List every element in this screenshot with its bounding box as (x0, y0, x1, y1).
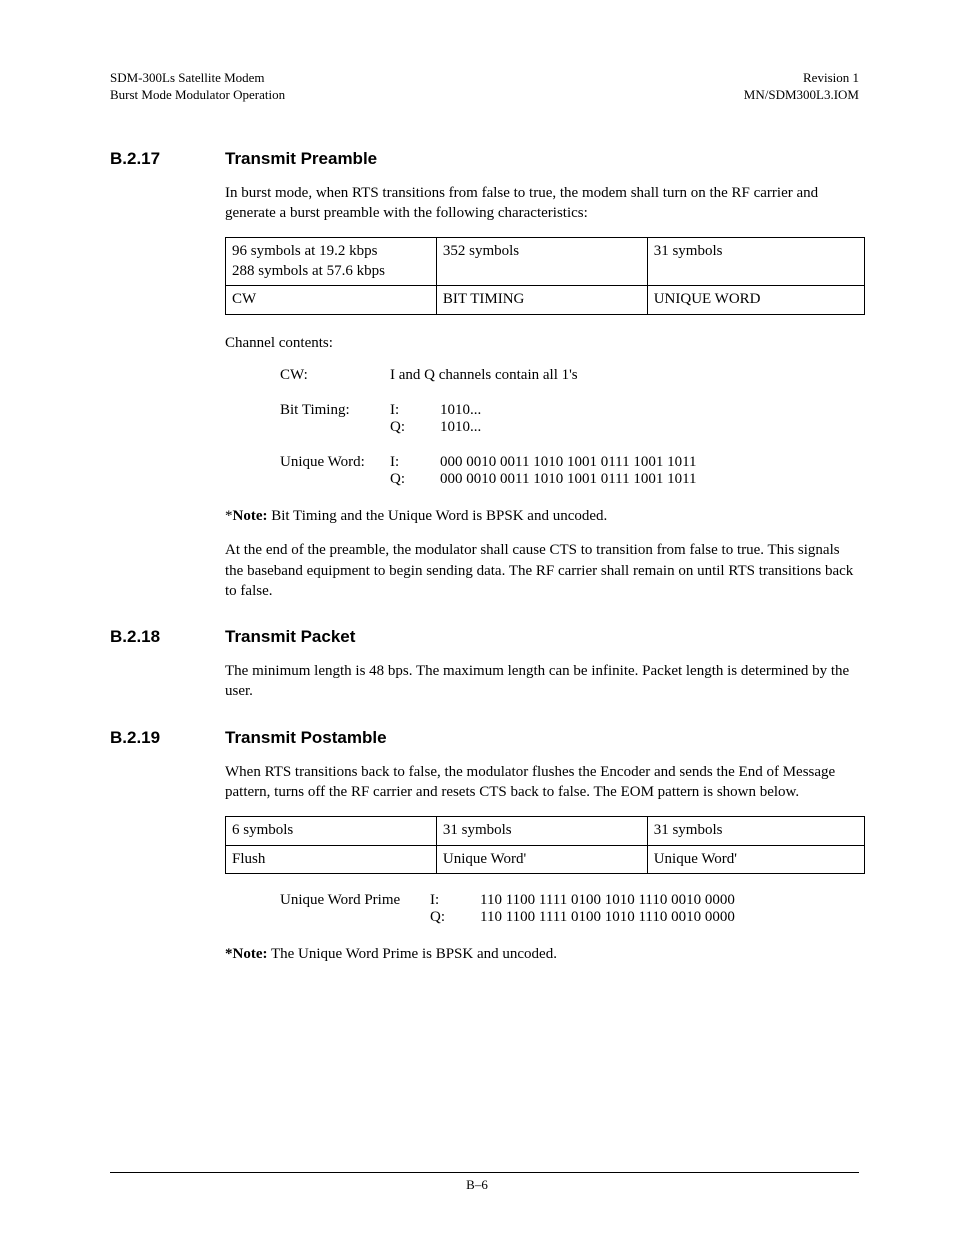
channel-contents-label: Channel contents: (225, 333, 859, 353)
s17-intro: In burst mode, when RTS transitions from… (225, 183, 859, 224)
cw-row: CW: I and Q channels contain all 1's (280, 367, 859, 384)
header-left: SDM-300Ls Satellite Modem Burst Mode Mod… (110, 70, 285, 104)
uw-q-label: Q: (390, 471, 440, 488)
table-cell: Unique Word' (436, 845, 647, 874)
page-number: B–6 (0, 1177, 954, 1193)
bit-timing-row: Bit Timing: I: 1010... Q: 1010... (280, 402, 859, 436)
note-asterisk: * (225, 946, 233, 962)
section-number: B.2.18 (110, 627, 225, 647)
table-cell: 31 symbols (436, 817, 647, 846)
channel-definitions: CW: I and Q channels contain all 1's Bit… (280, 367, 859, 488)
s19-intro: When RTS transitions back to false, the … (225, 762, 859, 803)
table-cell: BIT TIMING (436, 286, 647, 315)
section-title: Transmit Preamble (225, 149, 377, 169)
s17-note: *Note: Bit Timing and the Unique Word is… (225, 506, 859, 526)
note-text: The Unique Word Prime is BPSK and uncode… (267, 946, 556, 962)
uwp-q-label: Q: (430, 909, 480, 926)
table-cell: Flush (226, 845, 437, 874)
table-cell: 31 symbols (647, 817, 864, 846)
note-bold: Note: (233, 508, 268, 524)
section-b219-heading: B.2.19 Transmit Postamble (110, 728, 859, 748)
bt-i-value: 1010... (440, 402, 481, 419)
page-header: SDM-300Ls Satellite Modem Burst Mode Mod… (110, 70, 859, 104)
uw-q-value: 000 0010 0011 1010 1001 0111 1001 1011 (440, 471, 697, 488)
bt-q-value: 1010... (440, 419, 481, 436)
section-title: Transmit Packet (225, 627, 355, 647)
bt-i-label: I: (390, 402, 440, 419)
note-bold: Note: (233, 946, 268, 962)
bt-q-label: Q: (390, 419, 440, 436)
footer-rule (110, 1172, 859, 1173)
table-cell: Unique Word' (647, 845, 864, 874)
table-cell: 352 symbols (436, 238, 647, 286)
uwp-i-label: I: (430, 892, 480, 909)
table-cell: 96 symbols at 19.2 kbps 288 symbols at 5… (226, 238, 437, 286)
uw-i-label: I: (390, 454, 440, 471)
cw-value: I and Q channels contain all 1's (390, 367, 578, 384)
note-asterisk: * (225, 508, 233, 524)
note-text: Bit Timing and the Unique Word is BPSK a… (267, 508, 607, 524)
section-number: B.2.19 (110, 728, 225, 748)
s18-body: The minimum length is 48 bps. The maximu… (225, 661, 859, 702)
section-title: Transmit Postamble (225, 728, 387, 748)
s17-outro: At the end of the preamble, the modulato… (225, 540, 859, 601)
uw-i-value: 000 0010 0011 1010 1001 0111 1001 1011 (440, 454, 697, 471)
section-b218-heading: B.2.18 Transmit Packet (110, 627, 859, 647)
s19-table: 6 symbols 31 symbols 31 symbols Flush Un… (225, 816, 865, 874)
table-cell: UNIQUE WORD (647, 286, 864, 315)
header-right: Revision 1 MN/SDM300L3.IOM (744, 70, 859, 104)
unique-word-prime-row: Unique Word Prime I: 110 1100 1111 0100 … (280, 892, 859, 926)
section-b217-heading: B.2.17 Transmit Preamble (110, 149, 859, 169)
table-cell: 6 symbols (226, 817, 437, 846)
unique-word-row: Unique Word: I: 000 0010 0011 1010 1001 … (280, 454, 859, 488)
page: SDM-300Ls Satellite Modem Burst Mode Mod… (0, 0, 954, 1235)
s17-table: 96 symbols at 19.2 kbps 288 symbols at 5… (225, 237, 865, 315)
uw-label: Unique Word: (280, 454, 390, 488)
s19-note: *Note: The Unique Word Prime is BPSK and… (225, 944, 859, 964)
uwp-i-value: 110 1100 1111 0100 1010 1110 0010 0000 (480, 892, 735, 909)
cw-label: CW: (280, 367, 390, 384)
uwp-q-value: 110 1100 1111 0100 1010 1110 0010 0000 (480, 909, 735, 926)
bt-label: Bit Timing: (280, 402, 390, 436)
table-cell: 31 symbols (647, 238, 864, 286)
table-cell: CW (226, 286, 437, 315)
section-number: B.2.17 (110, 149, 225, 169)
uwp-label: Unique Word Prime (280, 892, 430, 926)
